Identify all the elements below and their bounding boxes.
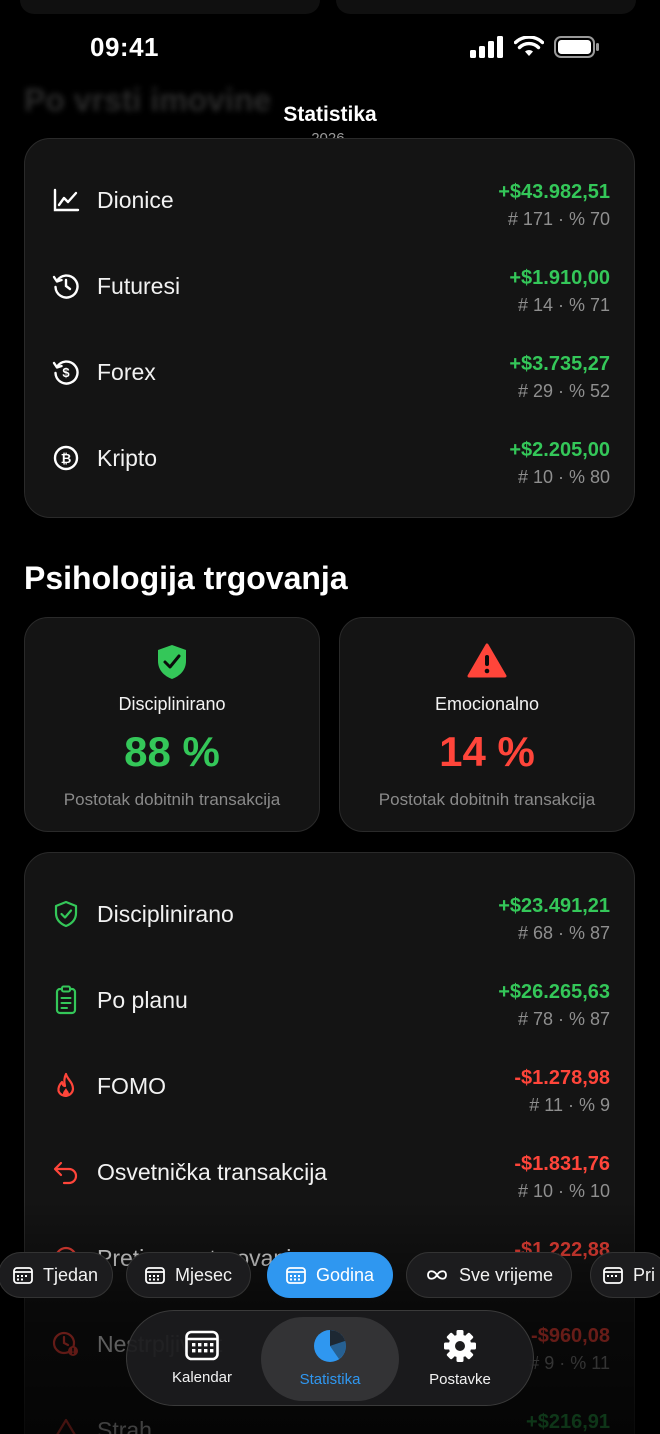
status-icons <box>470 36 600 58</box>
fear-triangle-icon <box>51 1415 81 1434</box>
asset-meta: # 10 · % 80 <box>517 467 610 487</box>
asset-row-forex[interactable]: $ Forex +$3.735,27 # 29 · % 52 <box>25 329 634 415</box>
undo-arrow-icon <box>51 1157 81 1187</box>
psych-meta: # 78 · % 87 <box>517 1009 610 1029</box>
asset-label: Kripto <box>97 445 158 471</box>
psych-label: Osvetnička transakcija <box>97 1159 328 1185</box>
tab-postavke[interactable]: Postavke <box>391 1317 529 1401</box>
calendar-small-icon <box>603 1267 623 1284</box>
clipboard-icon <box>51 985 81 1015</box>
tile-value: 88 % <box>124 728 220 775</box>
asset-meta: # 29 · % 52 <box>517 381 610 401</box>
psych-amount: +$26.265,63 <box>498 981 610 1003</box>
psych-label: Po planu <box>97 987 188 1013</box>
chip-label: Pri <box>633 1264 655 1285</box>
psych-amount: -$1.278,98 <box>514 1067 610 1089</box>
tile-value: 14 % <box>439 728 535 775</box>
tab-label: Statistika <box>299 1371 361 1388</box>
tab-label: Postavke <box>429 1371 491 1388</box>
svg-text:₿: ₿ <box>61 451 72 466</box>
tab-statistika[interactable]: Statistika <box>261 1317 399 1401</box>
warning-triangle-icon <box>340 643 634 679</box>
psych-meta: # 9 · % 11 <box>529 1353 610 1373</box>
calendar-small-icon <box>145 1267 165 1284</box>
history-clock-icon <box>51 271 81 301</box>
tab-label: Kalendar <box>171 1369 233 1386</box>
status-time: 09:41 <box>90 32 159 62</box>
psych-row-po-planu[interactable]: Po planu +$26.265,63 # 78 · % 87 <box>25 957 634 1043</box>
calendar-small-icon <box>13 1267 33 1284</box>
psych-label: FOMO <box>97 1073 166 1099</box>
tab-bar: Kalendar Statistika Postavke <box>126 1310 534 1406</box>
psych-amount: -$960,08 <box>531 1325 610 1347</box>
asset-row-futuresi[interactable]: Futuresi +$1.910,00 # 14 · % 71 <box>25 243 634 329</box>
cellular-signal-icon <box>470 36 503 58</box>
chip-sve-vrijeme[interactable]: Sve vrijeme <box>406 1252 573 1298</box>
calendar-small-icon <box>286 1267 306 1284</box>
chip-label: Tjedan <box>43 1264 99 1285</box>
calendar-icon <box>185 1330 219 1361</box>
page-title: Statistika <box>283 103 377 126</box>
asset-row-dionice[interactable]: Dionice +$43.982,51 # 171 · % 70 <box>25 157 634 243</box>
emotional-tile[interactable]: Emocionalno 14 % Postotak dobitnih trans… <box>339 617 635 832</box>
psych-row-disciplinirano[interactable]: Disciplinirano +$23.491,21 # 68 · % 87 <box>25 871 634 957</box>
psych-label: Disciplinirano <box>97 901 234 927</box>
line-chart-icon <box>51 185 81 215</box>
gear-icon <box>444 1330 476 1362</box>
tile-subtitle: Postotak dobitnih transakcija <box>378 790 596 809</box>
chip-label: Mjesec <box>175 1264 233 1285</box>
psych-row-osvetnicka[interactable]: Osvetnička transakcija -$1.831,76 # 10 ·… <box>25 1129 634 1215</box>
psych-row-fomo[interactable]: FOMO -$1.278,98 # 11 · % 9 <box>25 1043 634 1129</box>
asset-amount: +$3.735,27 <box>509 353 610 375</box>
asset-row-kripto[interactable]: ₿ Kripto +$2.205,00 # 10 · % 80 <box>25 415 634 501</box>
asset-amount: +$2.205,00 <box>509 439 610 461</box>
bitcoin-icon: ₿ <box>51 443 81 473</box>
asset-meta: # 171 · % 70 <box>507 209 610 229</box>
psych-meta: # 11 · % 9 <box>529 1095 610 1115</box>
pie-chart-icon <box>314 1330 346 1362</box>
chip-label: Sve vrijeme <box>459 1264 554 1285</box>
tile-label: Disciplinirano <box>118 694 226 714</box>
psych-label: Strah <box>97 1417 152 1434</box>
battery-icon <box>554 36 599 58</box>
wifi-icon <box>514 36 544 56</box>
svg-text:$: $ <box>62 365 70 380</box>
asset-label: Dionice <box>97 187 174 213</box>
period-selector: Tjedan Mjesec Godina Sve vrijeme Pri <box>0 1252 660 1298</box>
chip-custom[interactable]: Pri <box>590 1252 660 1298</box>
asset-type-card: Dionice +$43.982,51 # 171 · % 70 Futures… <box>24 138 635 518</box>
asset-label: Futuresi <box>97 273 181 299</box>
dollar-cycle-icon: $ <box>51 357 81 387</box>
chip-tjedan[interactable]: Tjedan <box>0 1252 114 1298</box>
impatience-clock-icon <box>51 1329 81 1359</box>
psych-amount: -$1.831,76 <box>514 1153 610 1175</box>
asset-meta: # 14 · % 71 <box>517 295 610 315</box>
chip-mjesec[interactable]: Mjesec <box>126 1252 252 1298</box>
asset-amount: +$1.910,00 <box>509 267 610 289</box>
psych-meta: # 10 · % 10 <box>517 1181 610 1201</box>
status-bar: 09:41 <box>0 0 660 96</box>
asset-label: Forex <box>97 359 156 385</box>
asset-amount: +$43.982,51 <box>498 181 610 203</box>
shield-check-icon <box>25 643 319 681</box>
flame-icon <box>51 1071 81 1101</box>
psych-amount: +$23.491,21 <box>498 895 610 917</box>
chip-godina[interactable]: Godina <box>267 1252 394 1298</box>
tab-kalendar[interactable]: Kalendar <box>133 1317 271 1401</box>
tile-subtitle: Postotak dobitnih transakcija <box>63 790 281 809</box>
infinity-icon <box>427 1270 447 1280</box>
shield-check-icon <box>51 899 81 929</box>
psych-meta: # 68 · % 87 <box>517 923 610 943</box>
psych-amount: +$216,91 <box>526 1411 610 1433</box>
chip-label: Godina <box>316 1264 375 1285</box>
tile-label: Emocionalno <box>434 694 540 714</box>
psychology-section-title: Psihologija trgovanja <box>24 560 348 596</box>
disciplined-tile[interactable]: Disciplinirano 88 % Postotak dobitnih tr… <box>24 617 320 832</box>
